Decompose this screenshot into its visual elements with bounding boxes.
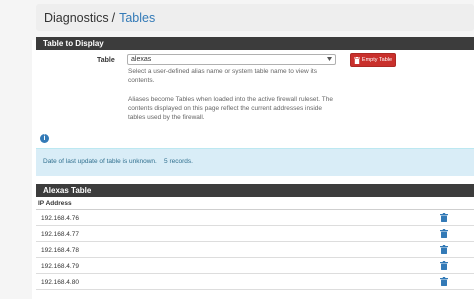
ip-address-cell: 192.168.4.78 — [41, 247, 79, 254]
table-row: 192.168.4.77 — [36, 226, 474, 242]
chevron-down-icon — [327, 57, 332, 61]
column-header-ip-address: IP Address — [38, 200, 72, 207]
ip-address-cell: 192.168.4.76 — [41, 215, 79, 222]
help-text-line2: contents. — [128, 77, 155, 84]
panel-heading-table-to-display: Table to Display — [36, 37, 474, 50]
table-row: 192.168.4.79 — [36, 258, 474, 274]
ip-address-cell: 192.168.4.77 — [41, 231, 79, 238]
panel-title: Table to Display — [43, 39, 104, 48]
ip-address-cell: 192.168.4.80 — [41, 279, 79, 286]
table-title: Alexas Table — [43, 186, 92, 195]
breadcrumb: Diagnostics / Tables — [36, 4, 474, 31]
trash-icon[interactable] — [440, 261, 448, 270]
trash-icon[interactable] — [440, 245, 448, 254]
info-circle-icon: i — [40, 134, 49, 143]
table-select[interactable]: alexas — [127, 54, 336, 65]
trash-icon[interactable] — [440, 213, 448, 222]
breadcrumb-page-link[interactable]: Tables — [119, 11, 155, 25]
table-row: 192.168.4.78 — [36, 242, 474, 258]
trash-icon[interactable] — [440, 229, 448, 238]
table-select-value: alexas — [131, 56, 152, 63]
info-message-text: Date of last update of table is unknown.… — [43, 158, 193, 165]
left-strip — [0, 0, 32, 299]
table-label: Table — [97, 57, 115, 64]
trash-icon — [353, 56, 360, 64]
note-line1: Aliases become Tables when loaded into t… — [128, 96, 333, 103]
help-text-line1: Select a user-defined alias name or syst… — [128, 68, 317, 75]
trash-icon[interactable] — [440, 277, 448, 286]
table-row: 192.168.4.80 — [36, 274, 474, 290]
empty-table-label: Empty Table — [361, 57, 393, 63]
note-line3: tables used by the firewall. — [128, 114, 205, 121]
breadcrumb-section: Diagnostics — [44, 10, 109, 25]
breadcrumb-separator: / — [111, 10, 116, 25]
note-line2: contents displayed on this page reflect … — [128, 105, 323, 112]
table-row: 192.168.4.76 — [36, 210, 474, 226]
info-message: Date of last update of table is unknown.… — [36, 148, 474, 176]
empty-table-button[interactable]: Empty Table — [350, 53, 396, 67]
panel-heading-alexas-table: Alexas Table — [36, 184, 474, 197]
ip-address-cell: 192.168.4.79 — [41, 263, 79, 270]
